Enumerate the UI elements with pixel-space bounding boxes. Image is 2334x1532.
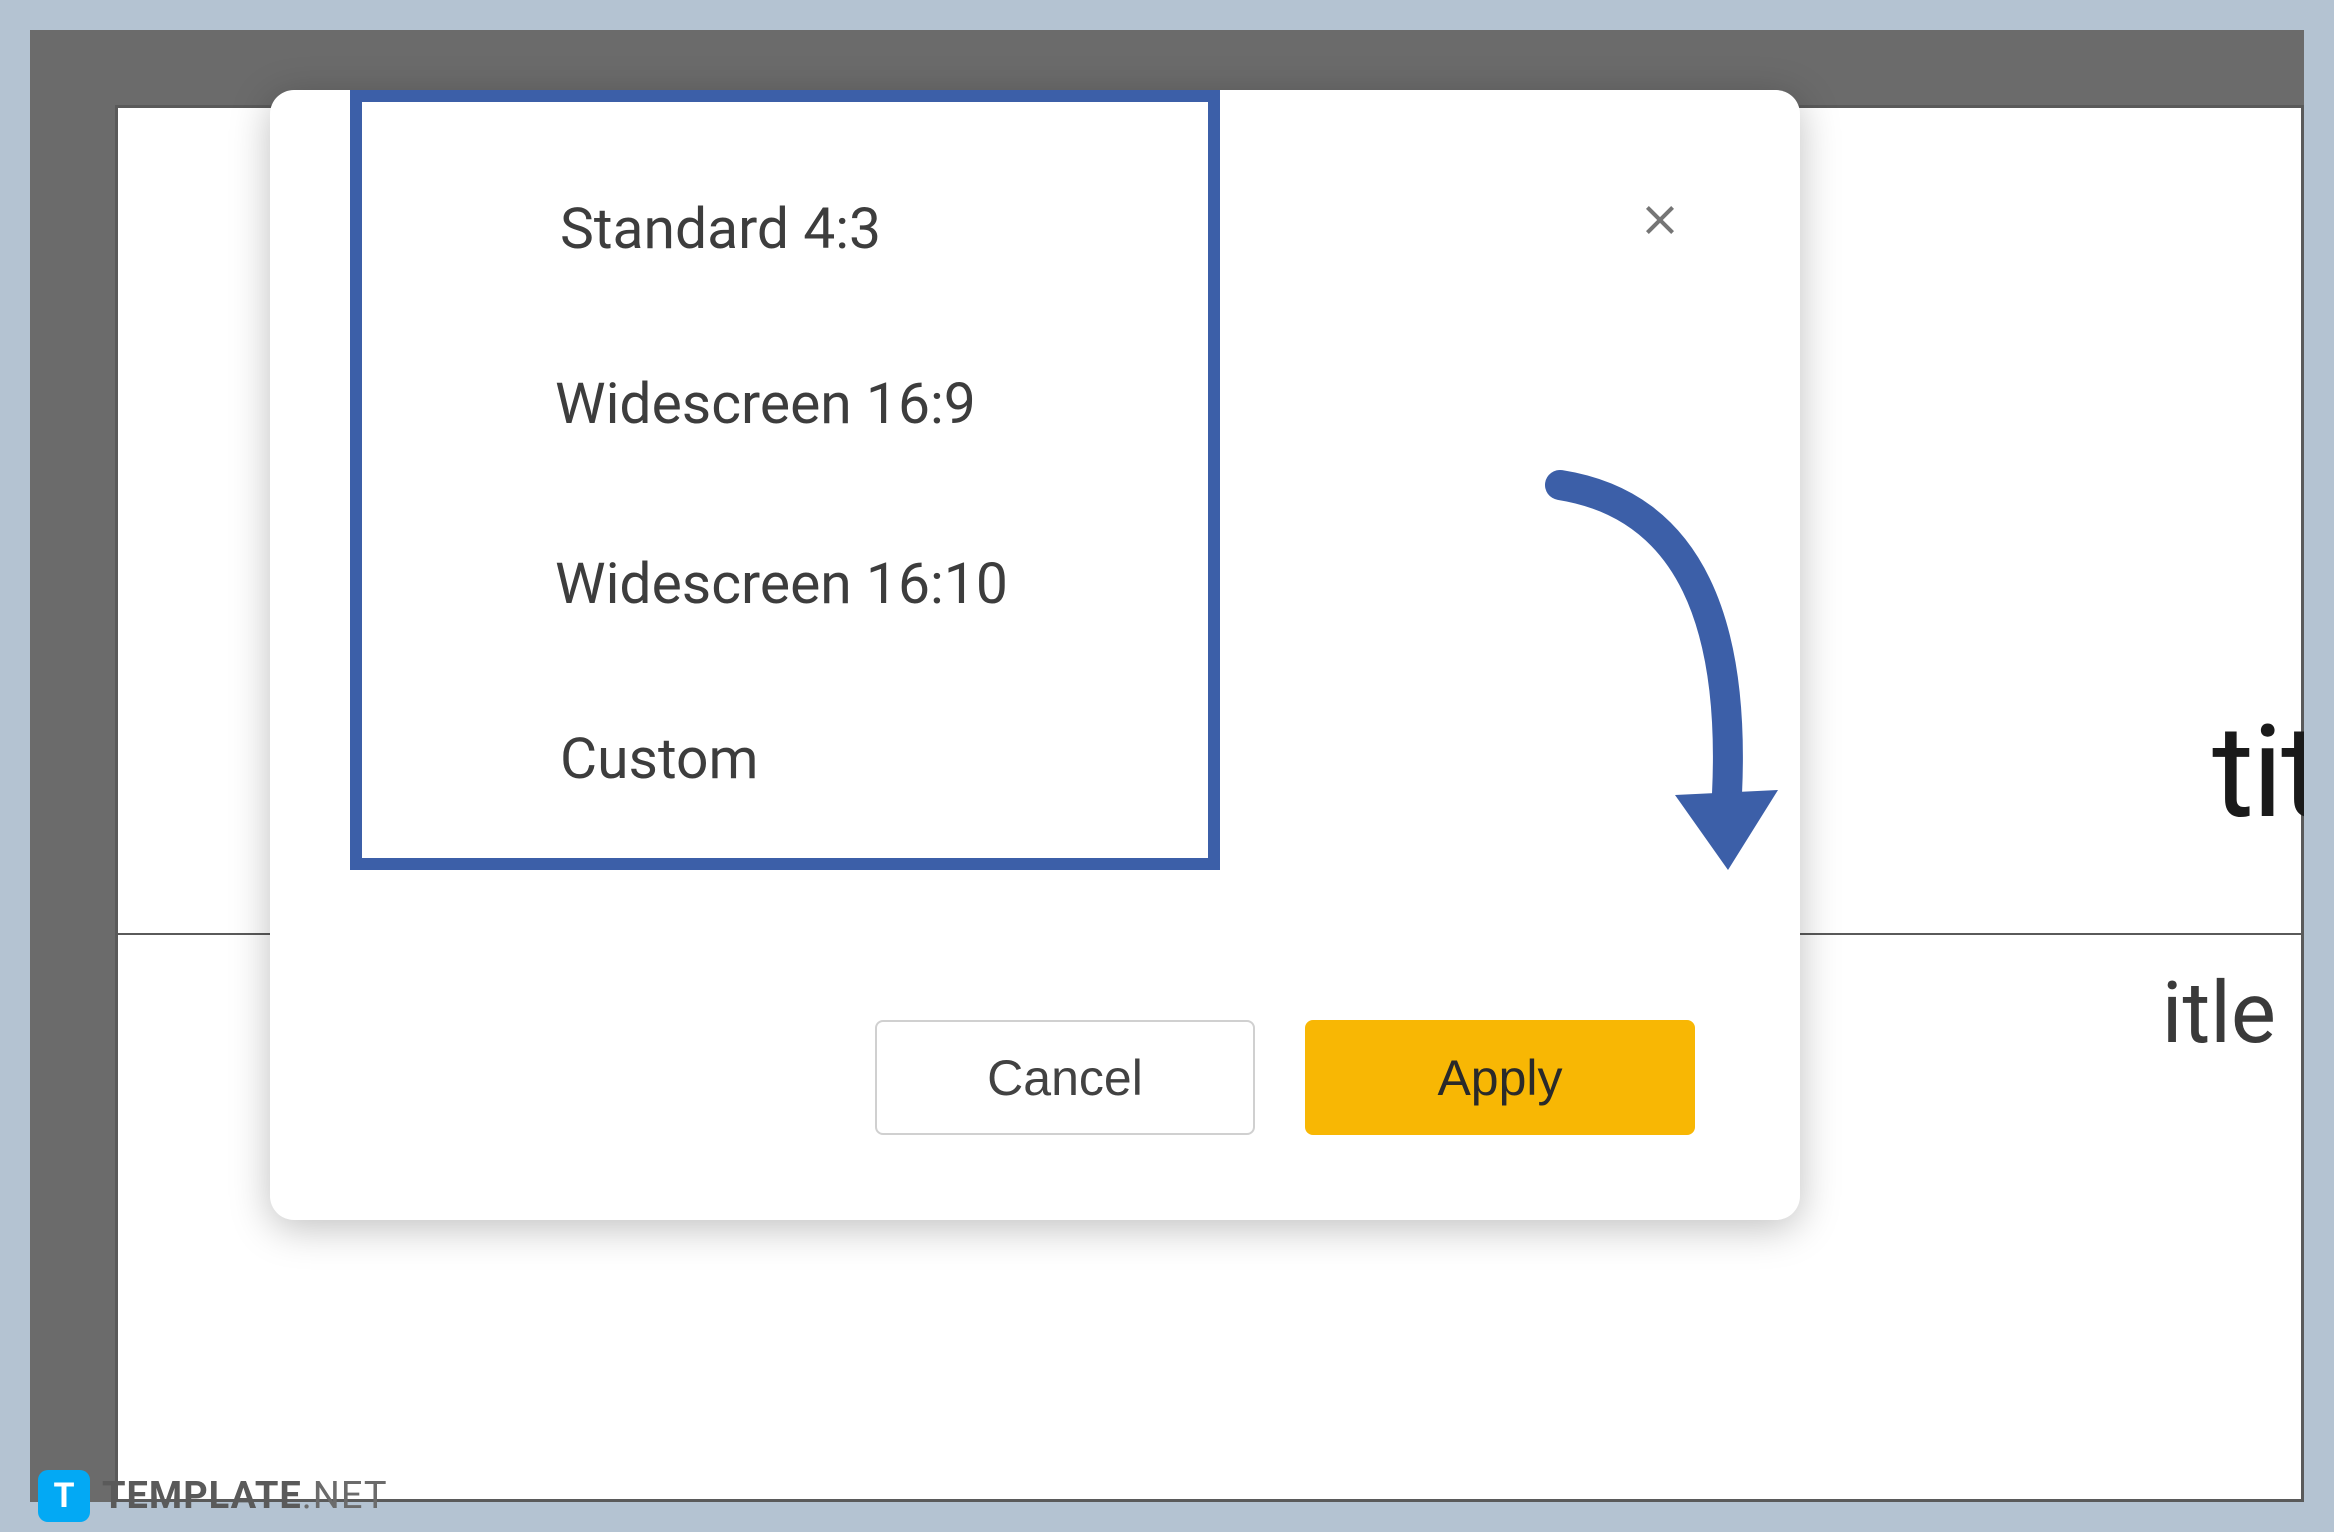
page-setup-dialog: Standard 4:3 Widescreen 16:9 Widescreen …: [270, 90, 1800, 1220]
watermark-suffix: .NET: [302, 1474, 388, 1518]
close-button[interactable]: [1630, 190, 1690, 250]
aspect-option-standard[interactable]: Standard 4:3: [560, 195, 881, 262]
dialog-button-row: Cancel Apply: [875, 1020, 1695, 1135]
aspect-option-widescreen-16-10[interactable]: Widescreen 16:10: [555, 550, 1008, 617]
cancel-button[interactable]: Cancel: [875, 1020, 1255, 1135]
watermark-logo-icon: T: [38, 1470, 90, 1522]
watermark-brand: TEMPLATE: [102, 1474, 302, 1518]
watermark-text: TEMPLATE.NET: [102, 1474, 388, 1518]
aspect-option-widescreen-16-9[interactable]: Widescreen 16:9: [555, 370, 976, 437]
watermark: T TEMPLATE.NET: [38, 1470, 388, 1522]
aspect-option-custom[interactable]: Custom: [560, 725, 759, 792]
slide-subtitle-placeholder: itle: [2162, 963, 2276, 1063]
slide-title-placeholder: tit: [2212, 698, 2304, 848]
apply-button[interactable]: Apply: [1305, 1020, 1695, 1135]
close-icon: [1636, 196, 1684, 244]
